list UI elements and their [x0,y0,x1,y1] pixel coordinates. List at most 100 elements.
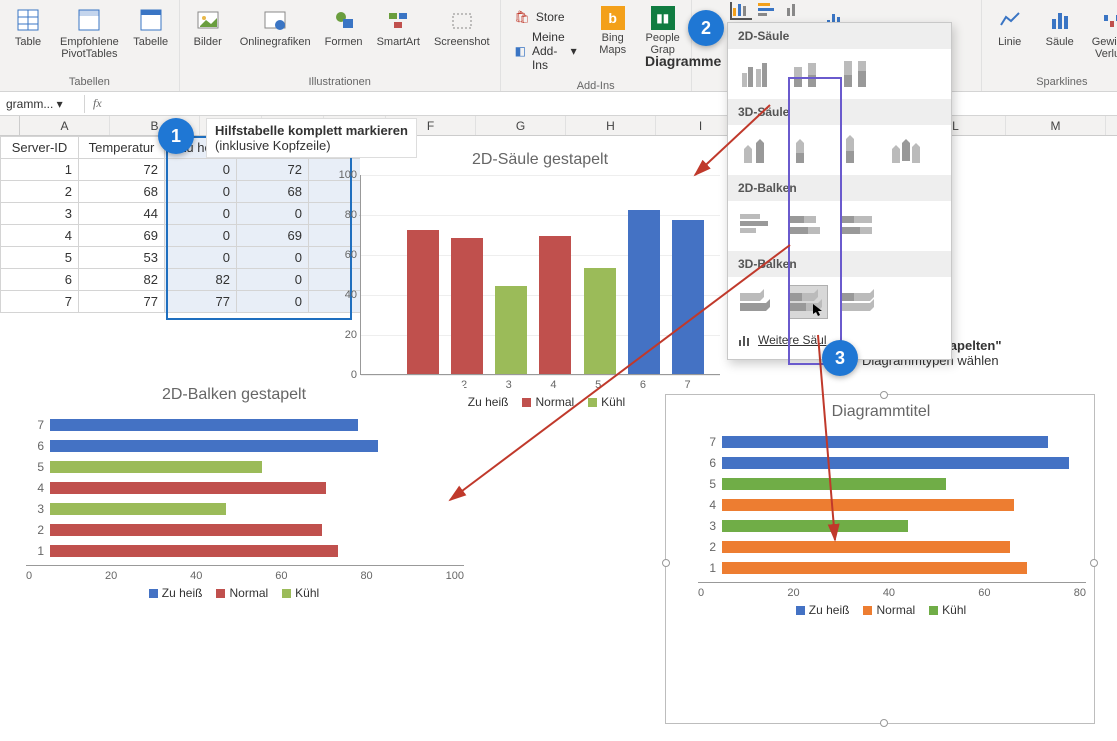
chart-thumb-100stacked-column[interactable] [838,57,878,91]
chart-thumb-3d-100stacked-col[interactable] [838,133,878,167]
column-chart[interactable]: 2D-Säule gestapelt 020406080100 234567 Z… [360,151,720,409]
ribbon-btn-saeule[interactable]: Säule [1038,4,1082,74]
cell[interactable]: 82 [79,269,165,291]
ribbon-btn-my-addins[interactable]: ◧Meine Add-Ins ▾ [515,30,577,72]
chart-thumb-3d-100stacked-bar[interactable] [838,285,878,319]
cell[interactable]: 0 [237,291,309,313]
cell[interactable]: 7 [1,291,79,313]
chart-type-dropdown: 2D-Säule 3D-Säule 2D-Balken 3D-Balken We… [727,22,952,360]
ribbon-btn-pivot[interactable]: EmpfohlenePivotTables [56,4,123,74]
cell[interactable]: 68 [79,181,165,203]
ribbon-btn-table[interactable]: Table [6,4,50,74]
chart-type-bar-btn[interactable] [758,2,780,20]
store-icon: 🛍 [515,10,530,24]
chart-thumb-3d-clustered-col[interactable] [738,133,778,167]
bar-chart-plot: 7654321 [676,427,1086,582]
selected-chart-frame[interactable]: Diagrammtitel 7654321 020406080 Zu heiß … [665,394,1095,724]
cell[interactable]: 0 [237,247,309,269]
col-header[interactable]: M [1006,116,1106,135]
chart-thumb-clustered-bar[interactable] [738,209,778,243]
col-header[interactable]: G [476,116,566,135]
fx-button[interactable]: fx [85,96,110,111]
ribbon-btn-store[interactable]: 🛍Store [515,10,577,24]
chart-type-col-btn[interactable] [730,2,752,20]
cell[interactable]: 0 [165,159,237,181]
name-box[interactable]: gramm... ▾ [0,95,85,113]
ribbon-group-label: Tabellen [69,74,110,91]
step-3-circle: 3 [822,340,858,376]
chart-thumb-3d-stacked-col[interactable] [788,133,828,167]
ribbon-btn-tabelle[interactable]: Tabelle [129,4,173,74]
ribbon-group-sparklines: Linie Säule Gewinn/Verlust Sparklines [982,0,1117,91]
diagramme-label: Diagramme [645,53,721,69]
bar-chart-right[interactable]: Diagrammtitel 7654321 020406080 Zu heiß … [676,403,1086,617]
ribbon-btn-bilder[interactable]: Bilder [186,4,230,74]
chart-mini-buttons [730,2,808,20]
cell[interactable]: 0 [165,181,237,203]
cell[interactable]: 5 [1,247,79,269]
cell[interactable]: 77 [165,291,237,313]
bar-chart-left[interactable]: 2D-Balken gestapelt 7654321 020406080100… [4,386,464,600]
cell[interactable]: 0 [237,203,309,225]
bar-chart-plot: 7654321 [4,410,464,565]
ribbon-group-addins: 🛍Store ◧Meine Add-Ins ▾ b BingMaps ▮▮ Pe… [501,0,692,91]
step-1-label: Hilfstabelle komplett markieren (inklusi… [206,118,417,158]
column-chart-plot: 020406080100 [360,175,720,375]
cell[interactable]: 53 [79,247,165,269]
col-header[interactable]: A [20,116,110,135]
chart-icon [738,333,752,347]
ribbon-label: Tabelle [133,36,168,48]
dropdown-section-2d-saeule: 2D-Säule [728,23,951,49]
cell[interactable]: 69 [79,225,165,247]
cell[interactable]: 4 [1,225,79,247]
cell[interactable]: 44 [79,203,165,225]
addin-icon: ◧ [515,44,526,58]
chart-thumb-stacked-column[interactable] [788,57,828,91]
chart-thumb-3d-column[interactable] [888,133,928,167]
ribbon-label: Table [15,36,41,48]
cell[interactable]: 0 [165,225,237,247]
step-1-circle: 1 [158,118,194,154]
cell[interactable]: 82 [165,269,237,291]
cell[interactable]: 3 [1,203,79,225]
cell[interactable]: 72 [79,159,165,181]
cell[interactable]: 0 [165,247,237,269]
ribbon-btn-bing-maps[interactable]: b BingMaps [591,4,635,78]
chart-title: 2D-Balken gestapelt [4,386,464,404]
chart-thumb-100stacked-bar[interactable] [838,209,878,243]
ribbon-group-illustrationen: Bilder Onlinegrafiken Formen SmartArt Sc… [180,0,501,91]
dropdown-section-3d-saeule: 3D-Säule [728,99,951,125]
dropdown-section-2d-balken: 2D-Balken [728,175,951,201]
ribbon-btn-formen[interactable]: Formen [321,4,367,74]
ribbon-group-tabellen: Table EmpfohlenePivotTables Tabelle Tabe… [0,0,180,91]
chart-legend: Zu heiß Normal Kühl [676,603,1086,617]
chart-thumb-3d-clustered-bar[interactable] [738,285,778,319]
cell[interactable]: 69 [237,225,309,247]
chart-thumb-clustered-column[interactable] [738,57,778,91]
ribbon-btn-onlinegrafiken[interactable]: Onlinegrafiken [236,4,315,74]
cell[interactable]: 2 [1,181,79,203]
cell[interactable]: 6 [1,269,79,291]
cell[interactable]: 1 [1,159,79,181]
ribbon-btn-smartart[interactable]: SmartArt [373,4,424,74]
th-temperatur[interactable]: Temperatur [79,137,165,159]
cell[interactable]: 0 [237,269,309,291]
th-serverid[interactable]: Server-ID [1,137,79,159]
cell[interactable]: 68 [237,181,309,203]
dropdown-section-3d-balken: 3D-Balken [728,251,951,277]
ribbon-label: EmpfohlenePivotTables [60,36,119,60]
ribbon-btn-screenshot[interactable]: Screenshot [430,4,494,74]
cell[interactable]: 77 [79,291,165,313]
step-2-circle: 2 [688,10,724,46]
ribbon-btn-linie[interactable]: Linie [988,4,1032,74]
col-header[interactable]: H [566,116,656,135]
chart-legend: Zu heiß Normal Kühl [4,586,464,600]
cell[interactable]: 72 [237,159,309,181]
cell[interactable]: 0 [165,203,237,225]
chart-thumb-stacked-bar[interactable] [788,209,828,243]
chart-title: Diagrammtitel [676,403,1086,421]
chart-thumb-3d-stacked-bar[interactable] [788,285,828,319]
ribbon-btn-gewinn-verlust[interactable]: Gewinn/Verlust [1088,4,1117,74]
chart-type-more-btn[interactable] [786,2,808,20]
cursor-icon [813,304,825,316]
